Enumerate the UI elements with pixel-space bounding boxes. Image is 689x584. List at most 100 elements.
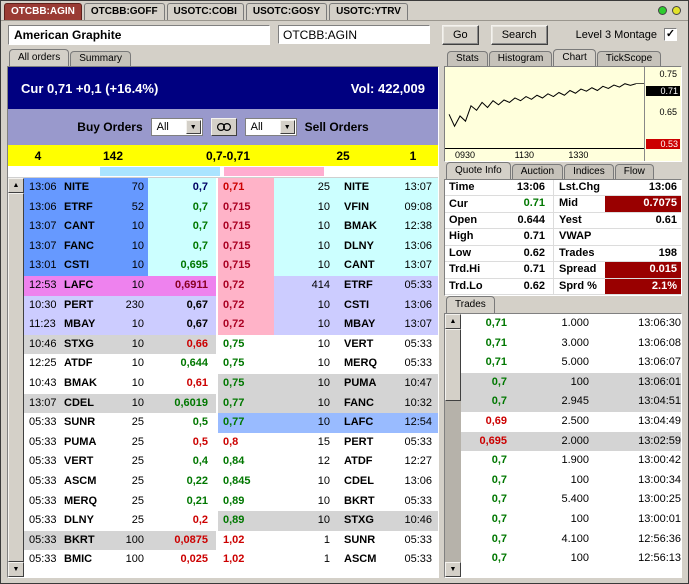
order-montage: Cur 0,71 +0,1 (+16.4%) Vol: 422,009 Buy …	[7, 66, 439, 578]
order-book-row[interactable]: 13:07CANT100,70,71510BMAK12:38	[24, 217, 438, 237]
buy-price: 0,7	[148, 178, 218, 198]
tab-all-orders[interactable]: All orders	[9, 49, 69, 66]
buy-time: 05:33	[24, 531, 64, 551]
buy-time: 13:07	[24, 237, 64, 257]
order-book-row[interactable]: 12:25ATDF100,6440,7510MERQ05:33	[24, 354, 438, 374]
link-filters-button[interactable]	[211, 118, 237, 136]
quote-value	[605, 229, 681, 244]
buy-order-count: 4	[8, 149, 68, 163]
sell-price: 0,75	[218, 354, 274, 374]
buy-price: 0,5	[148, 413, 218, 433]
trade-row: 0,710013:00:34	[461, 471, 681, 491]
buy-size: 25	[108, 492, 148, 512]
buy-price: 0,6019	[148, 394, 218, 414]
order-book-row[interactable]: 05:33SUNR250,50,7710LAFC12:54	[24, 413, 438, 433]
buy-size: 25	[108, 472, 148, 492]
quote-label: Trd.Hi	[445, 262, 487, 277]
order-book-row[interactable]: 13:07FANC100,70,71510DLNY13:06	[24, 237, 438, 257]
order-book-row[interactable]: 11:23MBAY100,670,7210MBAY13:07	[24, 315, 438, 335]
sell-filter-select[interactable]: All ▼	[245, 118, 297, 136]
order-book-row[interactable]: 10:30PERT2300,670,7210CSTI13:06	[24, 296, 438, 316]
search-button[interactable]: Search	[491, 25, 548, 45]
title-tab-ytrv[interactable]: USOTC:YTRV	[329, 3, 408, 20]
order-book-row[interactable]: 05:33BKRT1000,08751,021SUNR05:33	[24, 531, 438, 551]
scrollbar-thumb[interactable]	[8, 193, 24, 562]
tab-summary[interactable]: Summary	[70, 51, 131, 66]
green-dot-icon[interactable]	[658, 6, 667, 15]
buy-market-maker: LAFC	[64, 276, 108, 296]
go-button[interactable]: Go	[442, 25, 479, 45]
title-tab-gosy[interactable]: USOTC:GOSY	[246, 3, 327, 20]
symbol-input[interactable]	[278, 25, 430, 44]
tab-histogram[interactable]: Histogram	[489, 51, 553, 66]
order-book-row[interactable]: 05:33ASCM250,220,84510CDEL13:06	[24, 472, 438, 492]
toolbar: American Graphite Go Search Level 3 Mont…	[1, 21, 688, 48]
sell-size: 1	[274, 550, 336, 570]
scrollbar-thumb[interactable]	[445, 329, 461, 401]
tab-indices[interactable]: Indices	[564, 164, 614, 179]
scroll-down-icon[interactable]: ▼	[445, 562, 461, 577]
buy-size: 100	[108, 531, 148, 551]
trade-size: 3.000	[507, 334, 589, 354]
buy-time: 13:06	[24, 198, 64, 218]
level3-montage-label: Level 3 Montage	[576, 29, 657, 41]
sell-size: 10	[274, 354, 336, 374]
quote-info-row: Open0.644Yest0.61	[445, 213, 681, 229]
order-book-row[interactable]: 10:46STXG100,660,7510VERT05:33	[24, 335, 438, 355]
sell-size: 10	[274, 217, 336, 237]
trade-size: 100	[507, 549, 589, 569]
trade-price: 0,7	[461, 549, 507, 569]
buy-filter-select[interactable]: All ▼	[151, 118, 203, 136]
tab-tickscope[interactable]: TickScope	[597, 51, 661, 66]
order-book-row[interactable]: 05:33PUMA250,50,815PERT05:33	[24, 433, 438, 453]
tab-flow[interactable]: Flow	[615, 164, 654, 179]
company-name: American Graphite	[8, 25, 270, 45]
scroll-down-icon[interactable]: ▼	[8, 562, 24, 577]
title-tab-agin[interactable]: OTCBB:AGIN	[4, 3, 82, 20]
price-header: Cur 0,71 +0,1 (+16.4%) Vol: 422,009	[8, 67, 438, 109]
title-tab-goff[interactable]: OTCBB:GOFF	[84, 3, 165, 20]
trade-time: 13:04:49	[589, 412, 681, 432]
trade-size: 1.000	[507, 314, 589, 334]
chevron-down-icon[interactable]: ▼	[186, 120, 201, 134]
order-book-row[interactable]: 05:33VERT250,40,8412ATDF12:27	[24, 452, 438, 472]
sell-market-maker: NITE	[336, 178, 382, 198]
order-book-row[interactable]: 13:07CDEL100,60190,7710FANC10:32	[24, 394, 438, 414]
scroll-up-icon[interactable]: ▲	[445, 314, 461, 329]
trade-price: 0,71	[461, 353, 507, 373]
tab-chart[interactable]: Chart	[553, 49, 595, 66]
scrollbar-track[interactable]	[445, 401, 461, 562]
sell-price: 0,715	[218, 198, 274, 218]
chart-plot: 0930 1130 1330	[445, 67, 645, 161]
chevron-down-icon[interactable]: ▼	[280, 120, 295, 134]
order-book-row[interactable]: 13:01CSTI100,6950,71510CANT13:07	[24, 256, 438, 276]
order-book-row[interactable]: 10:43BMAK100,610,7510PUMA10:47	[24, 374, 438, 394]
order-book-row[interactable]: 05:33BMIC1000,0251,021ASCM05:33	[24, 550, 438, 570]
order-book-row[interactable]: 13:06ETRF520,70,71510VFIN09:08	[24, 198, 438, 218]
order-book-row[interactable]: 05:33DLNY250,20,8910STXG10:46	[24, 511, 438, 531]
level3-montage-checkbox[interactable]: ✓	[664, 28, 677, 41]
tab-trades[interactable]: Trades	[446, 296, 495, 313]
order-book-row[interactable]: 12:53LAFC100,69110,72414ETRF05:33	[24, 276, 438, 296]
order-book-scrollbar[interactable]: ▲ ▼	[8, 178, 24, 577]
quote-value: 0.61	[605, 213, 681, 228]
order-book-row[interactable]: 05:33MERQ250,210,8910BKRT05:33	[24, 492, 438, 512]
tab-stats[interactable]: Stats	[447, 51, 488, 66]
trade-size: 2.000	[507, 432, 589, 452]
trades-scrollbar[interactable]: ▲ ▼	[445, 314, 461, 577]
trade-time: 13:06:01	[589, 373, 681, 393]
buy-time: 13:01	[24, 256, 64, 276]
symbol-tab-bar: OTCBB:AGIN OTCBB:GOFF USOTC:COBI USOTC:G…	[1, 1, 688, 21]
buy-market-maker: PUMA	[64, 433, 108, 453]
title-tab-cobi[interactable]: USOTC:COBI	[167, 3, 244, 20]
sell-price: 1,02	[218, 550, 274, 570]
sell-time: 05:33	[382, 354, 438, 374]
order-book-row[interactable]: 13:06NITE700,70,7125NITE13:07	[24, 178, 438, 198]
buy-market-maker: DLNY	[64, 511, 108, 531]
quote-value: 0.62	[487, 246, 553, 261]
buy-time: 05:33	[24, 452, 64, 472]
scroll-up-icon[interactable]: ▲	[8, 178, 24, 193]
yellow-dot-icon[interactable]	[672, 6, 681, 15]
tab-auction[interactable]: Auction	[512, 164, 563, 179]
tab-quote-info[interactable]: Quote Info	[446, 162, 511, 179]
